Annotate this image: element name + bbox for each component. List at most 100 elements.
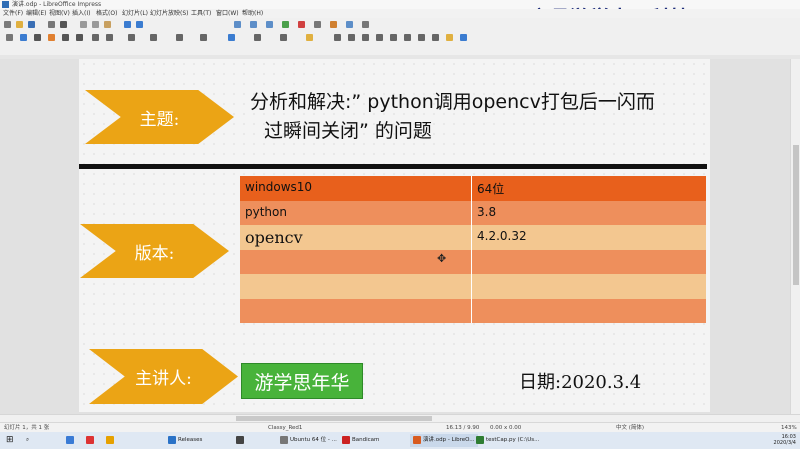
speaker-arrow-shape[interactable]: 主讲人: xyxy=(89,349,238,404)
distribute-icon[interactable] xyxy=(404,34,411,41)
table-row: windows10 64位 xyxy=(240,176,706,201)
divider-line xyxy=(79,164,707,169)
rectangle-icon[interactable] xyxy=(92,34,99,41)
shadow-icon[interactable] xyxy=(418,34,425,41)
slideshow-icon[interactable] xyxy=(346,21,353,28)
menu-window[interactable]: 窗口(W) xyxy=(216,9,239,18)
block-arrows-icon[interactable] xyxy=(228,34,235,41)
taskbar-app-icon[interactable] xyxy=(236,434,246,447)
table-cell-value[interactable]: 64位 xyxy=(472,176,706,201)
table-cell-key[interactable] xyxy=(240,298,472,323)
table-cell-value[interactable]: 4.2.0.32 xyxy=(472,225,706,250)
ellipse-icon[interactable] xyxy=(106,34,113,41)
callouts-icon[interactable] xyxy=(280,34,287,41)
speaker-name-box[interactable]: 游学思年华 xyxy=(241,363,363,399)
start-button[interactable]: ⊞ xyxy=(6,434,14,447)
menu-view[interactable]: 视图(V) xyxy=(49,9,70,18)
sidebar-icon[interactable] xyxy=(362,21,369,28)
flowchart-icon[interactable] xyxy=(254,34,261,41)
taskbar-item-ubuntu[interactable]: Ubuntu 64 位 - ... xyxy=(280,434,337,447)
table-cell-key[interactable] xyxy=(240,274,472,299)
menu-insert[interactable]: 插入(I) xyxy=(72,9,90,18)
symbol-shapes-icon[interactable] xyxy=(200,34,207,41)
menu-tools[interactable]: 工具(T) xyxy=(191,9,211,18)
menu-file[interactable]: 文件(F) xyxy=(3,9,23,18)
paste-icon[interactable] xyxy=(104,21,111,28)
system-clock[interactable]: 16:03 2020/3/4 xyxy=(774,434,796,446)
open-icon[interactable] xyxy=(16,21,23,28)
taskbar-app-icon[interactable] xyxy=(86,434,96,447)
menu-format[interactable]: 格式(O) xyxy=(96,9,117,18)
curve-icon[interactable] xyxy=(128,34,135,41)
zoom-icon[interactable] xyxy=(20,34,27,41)
table-cell-value[interactable] xyxy=(472,274,706,299)
version-label: 版本: xyxy=(134,243,175,264)
new-icon[interactable] xyxy=(4,21,11,28)
table-cell-value[interactable] xyxy=(472,250,706,275)
vertical-scroll-thumb[interactable] xyxy=(793,145,799,285)
table-cell-value[interactable]: 3.8 xyxy=(472,201,706,226)
table-row xyxy=(240,298,706,324)
connector-icon[interactable] xyxy=(150,34,157,41)
taskbar-item-testcap[interactable]: testCap.py (C:\Us... xyxy=(476,434,539,447)
table-row xyxy=(240,249,706,275)
topic-text[interactable]: 分析和解决:” python调用opencv打包后一闪而 过瞬间关闭” 的问题 xyxy=(250,88,690,146)
select-icon[interactable] xyxy=(6,34,13,41)
libreoffice-impress-icon xyxy=(2,1,9,8)
search-icon[interactable]: ⌕ xyxy=(26,434,29,447)
vertical-scrollbar[interactable] xyxy=(790,59,800,414)
export-pdf-icon[interactable] xyxy=(48,21,55,28)
chart-icon[interactable] xyxy=(298,21,305,28)
redo-icon[interactable] xyxy=(136,21,143,28)
table-row xyxy=(240,274,706,299)
menu-help[interactable]: 帮助(H) xyxy=(242,9,263,18)
text-icon[interactable] xyxy=(34,34,41,41)
horizontal-scroll-thumb[interactable] xyxy=(236,416,432,421)
crop-icon[interactable] xyxy=(432,34,439,41)
rotate-icon[interactable] xyxy=(362,34,369,41)
line-icon[interactable] xyxy=(62,34,69,41)
slide-icon[interactable] xyxy=(234,21,241,28)
taskbar-item-impress[interactable]: 演讲.odp - LibreO... xyxy=(410,434,478,447)
fill-color-icon[interactable] xyxy=(48,34,55,41)
print-icon[interactable] xyxy=(60,21,67,28)
topic-arrow-shape[interactable]: 主题: xyxy=(85,90,234,144)
filter-icon[interactable] xyxy=(446,34,453,41)
fontwork-icon[interactable] xyxy=(330,21,337,28)
taskbar-app-icon[interactable] xyxy=(106,434,116,447)
window-title: 演讲.odp - LibreOffice Impress xyxy=(12,1,102,8)
undo-icon[interactable] xyxy=(124,21,131,28)
align-icon[interactable] xyxy=(376,34,383,41)
date-text[interactable]: 日期:2020.3.4 xyxy=(519,368,641,394)
taskbar-app-icon[interactable] xyxy=(66,434,76,447)
glue-points-icon[interactable] xyxy=(348,34,355,41)
menu-edit[interactable]: 编辑(E) xyxy=(26,9,46,18)
table-cell-value[interactable] xyxy=(472,299,706,324)
table-cell-key[interactable]: opencv xyxy=(240,225,472,250)
cut-icon[interactable] xyxy=(80,21,87,28)
taskbar-item-bandicam[interactable]: Bandicam xyxy=(342,434,379,447)
textbox-icon[interactable] xyxy=(314,21,321,28)
image-icon[interactable] xyxy=(282,21,289,28)
topic-label: 主题: xyxy=(139,109,180,130)
standard-toolbar xyxy=(0,18,800,32)
basic-shapes-icon[interactable] xyxy=(176,34,183,41)
drawing-toolbar xyxy=(0,31,800,45)
topic-line-2: 过瞬间关闭” 的问题 xyxy=(264,120,432,142)
menu-slideshow[interactable]: 幻灯片放映(S) xyxy=(150,9,189,18)
table-icon[interactable] xyxy=(266,21,273,28)
version-arrow-shape[interactable]: 版本: xyxy=(80,224,229,278)
taskbar-item-releases[interactable]: Releases xyxy=(168,434,202,447)
layout-icon[interactable] xyxy=(250,21,257,28)
table-cell-key[interactable]: python xyxy=(240,200,472,225)
table-cell-key[interactable]: windows10 xyxy=(240,176,472,201)
save-icon[interactable] xyxy=(28,21,35,28)
copy-icon[interactable] xyxy=(92,21,99,28)
version-table[interactable]: windows10 64位 python 3.8 opencv 4.2.0.32 xyxy=(240,176,706,323)
stars-icon[interactable] xyxy=(306,34,313,41)
points-icon[interactable] xyxy=(334,34,341,41)
3d-icon[interactable] xyxy=(460,34,467,41)
arrow-line-icon[interactable] xyxy=(76,34,83,41)
menu-slide[interactable]: 幻灯片(L) xyxy=(122,9,148,18)
arrange-icon[interactable] xyxy=(390,34,397,41)
